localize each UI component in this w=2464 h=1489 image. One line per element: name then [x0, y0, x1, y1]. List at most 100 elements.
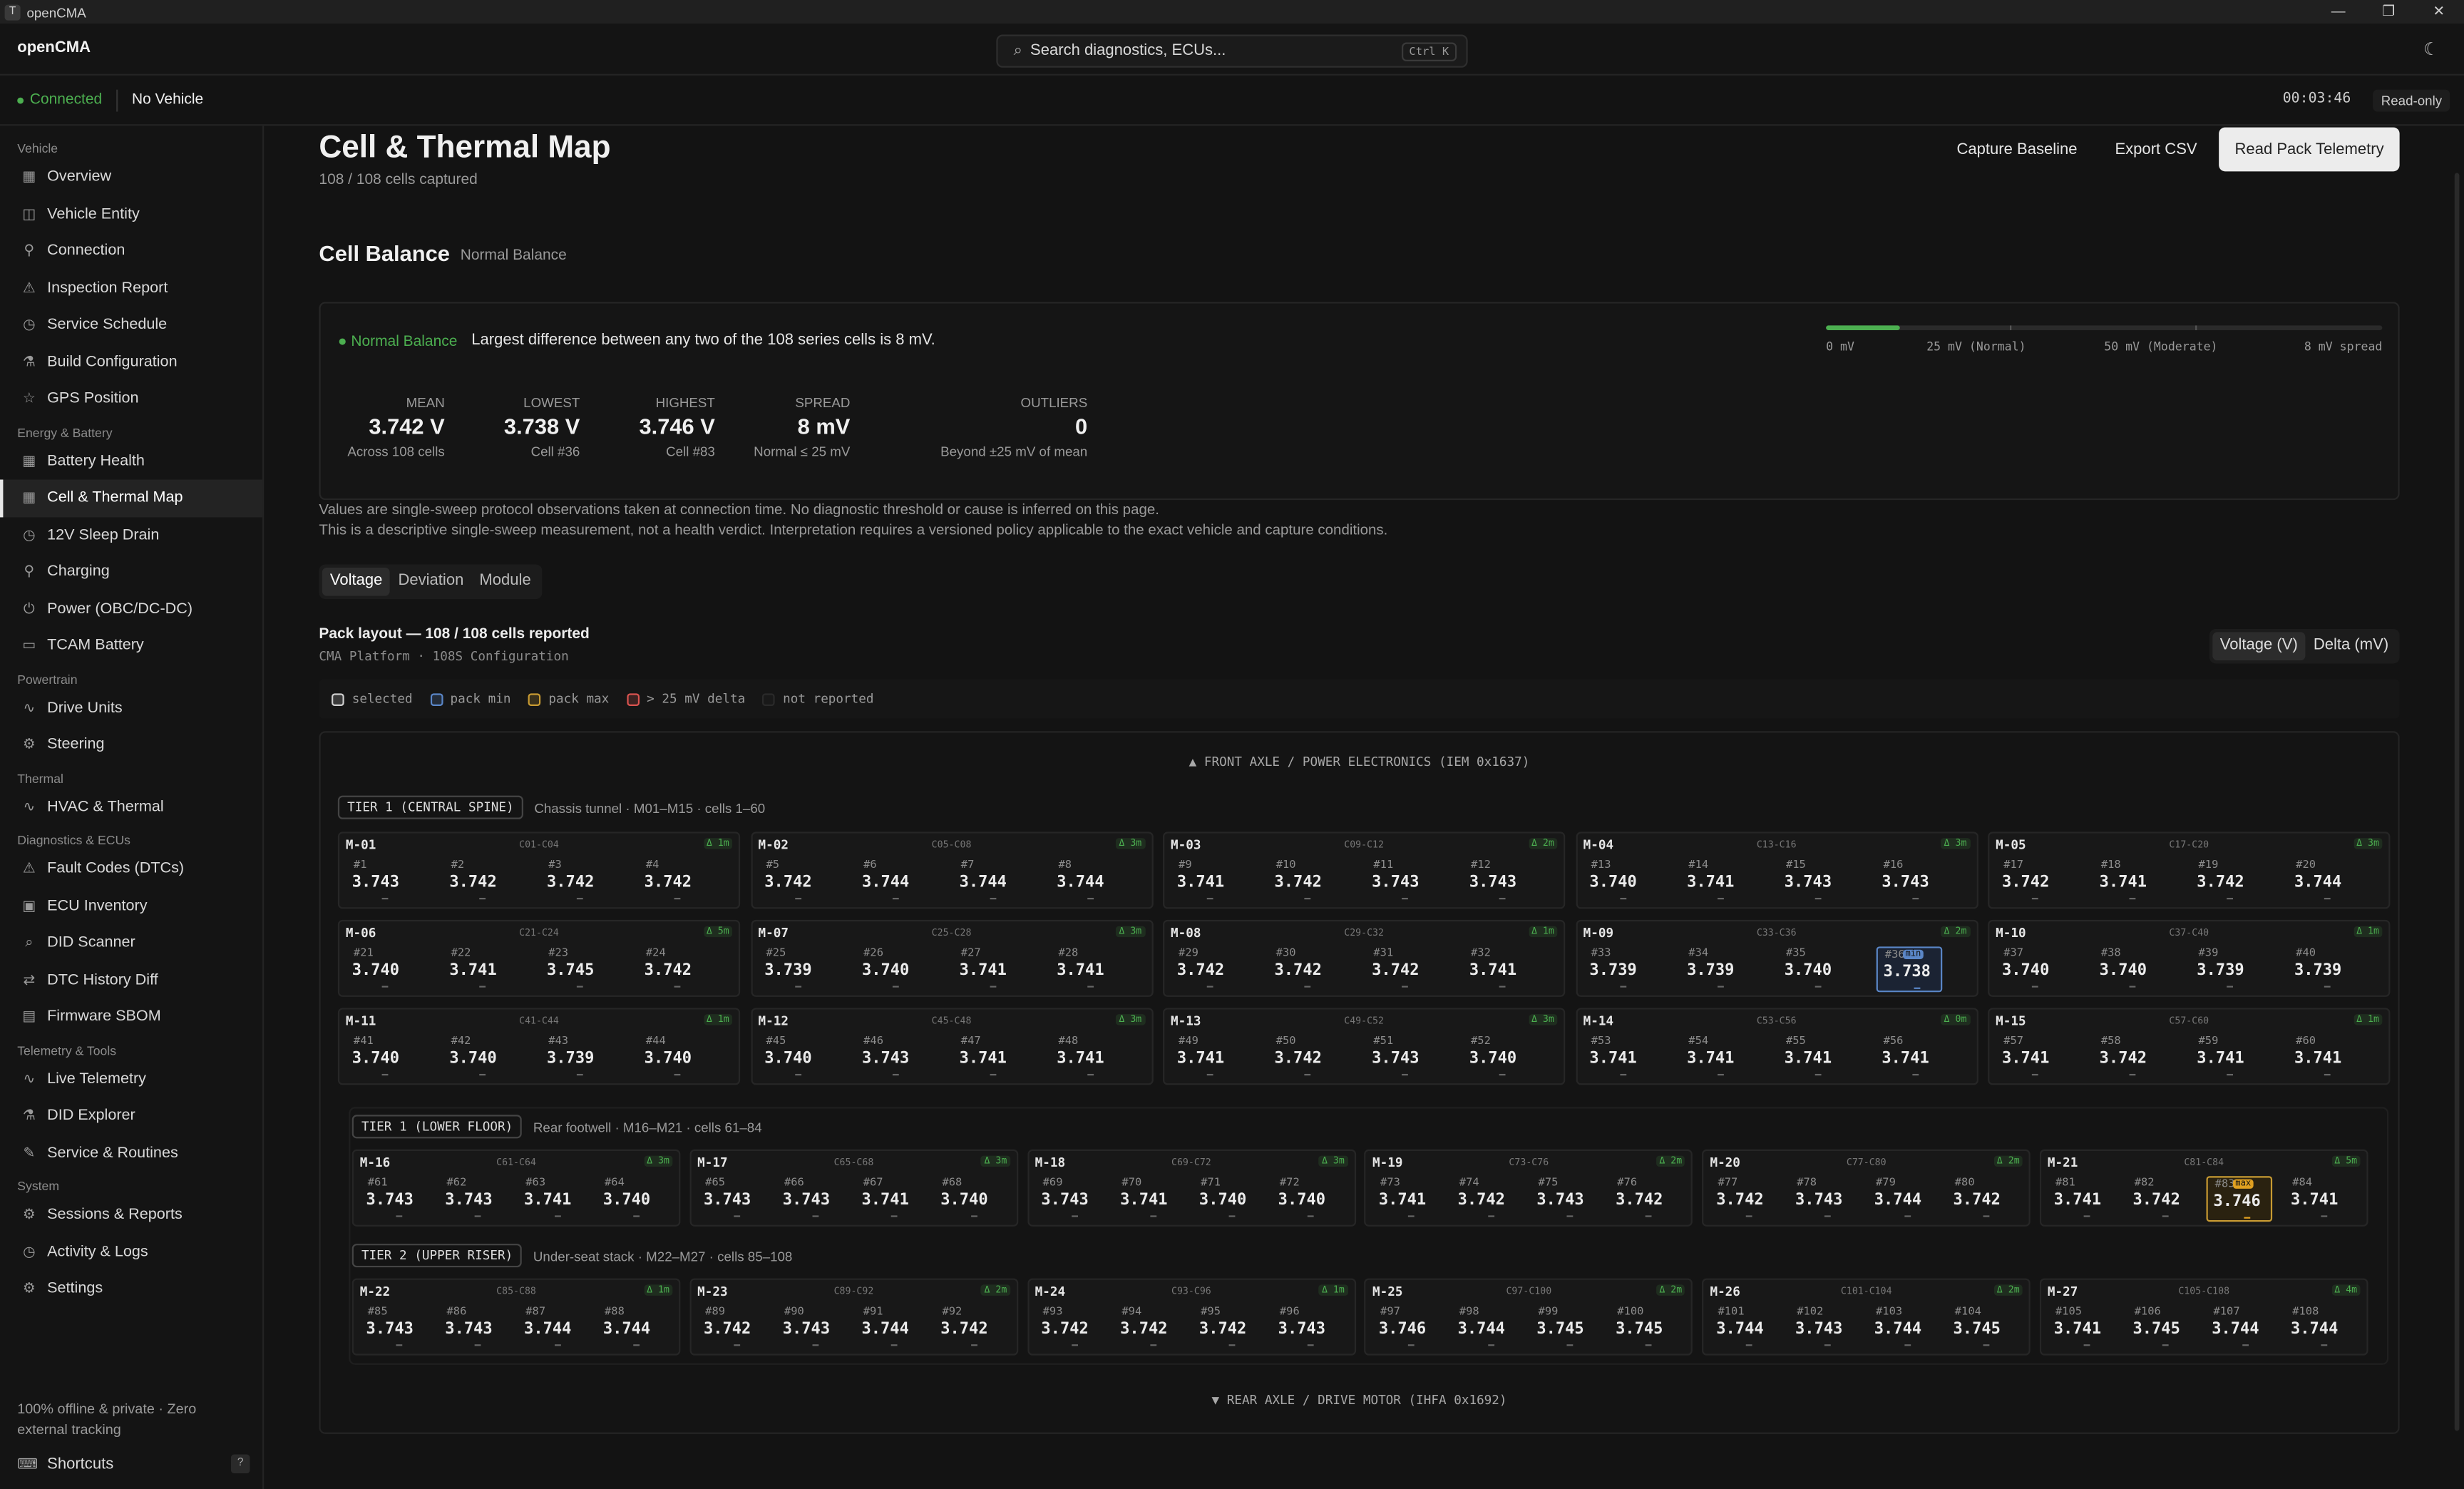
module-m-25[interactable]: M-25 C97-C100 Δ 2m #97 3.746 #98 3.744 #99 3.745… [1365, 1278, 1693, 1356]
module-m-16[interactable]: M-16 C61-C64 Δ 3m #61 3.743 #62 3.743 #63 3.741 #… [351, 1149, 681, 1227]
minimize-icon[interactable]: — [2313, 3, 2363, 20]
module-m-02[interactable]: M-02 C05-C08 Δ 3m #5 3.742 #6 3.744 #7 3.744 #8 3.… [750, 832, 1153, 909]
sidebar-item-live-telemetry[interactable]: ∿ Live Telemetry [0, 1060, 262, 1097]
cell-17[interactable]: #17 3.742 [1996, 859, 2062, 904]
sidebar-item-service-routines[interactable]: ✎ Service & Routines [0, 1135, 262, 1172]
module-m-12[interactable]: M-12 C45-C48 Δ 3m #45 3.740 #46 3.743 #47 3.741 #… [750, 1008, 1153, 1085]
sidebar-item-did-explorer[interactable]: ⚗ DID Explorer [0, 1097, 262, 1135]
cell-84[interactable]: #84 3.741 [2284, 1176, 2351, 1222]
sidebar-item-power-obc-dc-dc[interactable]: ⏻ Power (OBC/DC-DC) [0, 590, 262, 628]
cell-52[interactable]: #52 3.740 [1463, 1035, 1529, 1080]
cell-72[interactable]: #72 3.740 [1272, 1176, 1338, 1222]
cell-53[interactable]: #53 3.741 [1583, 1035, 1650, 1080]
module-m-26[interactable]: M-26 C101-C104 Δ 2m #101 3.744 #102 3.743 #103 3… [1702, 1278, 2031, 1356]
cell-78[interactable]: #78 3.743 [1789, 1176, 1855, 1222]
cell-89[interactable]: #89 3.742 [697, 1305, 764, 1351]
cell-69[interactable]: #69 3.743 [1035, 1176, 1102, 1222]
cell-94[interactable]: #94 3.742 [1114, 1305, 1180, 1351]
cell-18[interactable]: #18 3.741 [2093, 859, 2160, 904]
module-m-22[interactable]: M-22 C85-C88 Δ 1m #85 3.743 #86 3.743 #87 3.744 #… [351, 1278, 681, 1356]
cell-56[interactable]: #56 3.741 [1876, 1035, 1942, 1080]
cell-63[interactable]: #63 3.741 [518, 1176, 584, 1222]
capture-baseline-button[interactable]: Capture Baseline [1941, 128, 2093, 172]
cell-81[interactable]: #81 3.741 [2048, 1176, 2114, 1222]
cell-100[interactable]: #100 3.745 [1609, 1305, 1675, 1351]
cell-40[interactable]: #40 3.739 [2288, 946, 2354, 992]
cell-13[interactable]: #13 3.740 [1583, 859, 1650, 904]
cell-104[interactable]: #104 3.745 [1947, 1305, 2013, 1351]
module-m-04[interactable]: M-04 C13-C16 Δ 3m #13 3.740 #14 3.741 #15 3.743 #… [1575, 832, 1978, 909]
cell-91[interactable]: #91 3.744 [856, 1305, 922, 1351]
cell-76[interactable]: #76 3.742 [1609, 1176, 1675, 1222]
cell-7[interactable]: #7 3.744 [953, 859, 1020, 904]
cell-96[interactable]: #96 3.743 [1272, 1305, 1338, 1351]
cell-51[interactable]: #51 3.743 [1365, 1035, 1432, 1080]
cell-4[interactable]: #4 3.742 [638, 859, 704, 904]
cell-27[interactable]: #27 3.741 [953, 946, 1020, 992]
sidebar-item-did-scanner[interactable]: ⌕ DID Scanner [0, 924, 262, 961]
sidebar-item-hvac-thermal[interactable]: ∿ HVAC & Thermal [0, 789, 262, 826]
cell-15[interactable]: #15 3.743 [1778, 859, 1844, 904]
cell-74[interactable]: #74 3.742 [1452, 1176, 1518, 1222]
module-m-18[interactable]: M-18 C69-C72 Δ 3m #69 3.743 #70 3.741 #71 3.740 #… [1027, 1149, 1356, 1227]
sidebar-item-dtc-history-diff[interactable]: ⇄ DTC History Diff [0, 961, 262, 998]
cell-50[interactable]: #50 3.742 [1268, 1035, 1335, 1080]
cell-48[interactable]: #48 3.741 [1050, 1035, 1116, 1080]
restore-icon[interactable]: ❐ [2363, 3, 2414, 20]
cell-95[interactable]: #95 3.742 [1193, 1305, 1259, 1351]
cell-35[interactable]: #35 3.740 [1778, 946, 1844, 992]
cell-106[interactable]: #106 3.745 [2127, 1305, 2193, 1351]
sidebar-item-steering[interactable]: ⚙ Steering [0, 727, 262, 764]
cell-24[interactable]: #24 3.742 [638, 946, 704, 992]
tab-module[interactable]: Module [471, 568, 538, 596]
cell-38[interactable]: #38 3.740 [2093, 946, 2160, 992]
cell-68[interactable]: #68 3.740 [934, 1176, 1000, 1222]
cell-77[interactable]: #77 3.742 [1710, 1176, 1776, 1222]
module-m-09[interactable]: M-09 C33-C36 Δ 2m #33 3.739 #34 3.739 #35 3.740 #… [1575, 919, 1978, 997]
shortcuts-button[interactable]: ⌨ Shortcuts ? [17, 1454, 250, 1473]
cell-64[interactable]: #64 3.740 [597, 1176, 663, 1222]
cell-105[interactable]: #105 3.741 [2048, 1305, 2114, 1351]
voltage-unit-option[interactable]: Voltage (V) [2212, 632, 2306, 661]
cell-107[interactable]: #107 3.744 [2205, 1305, 2272, 1351]
cell-22[interactable]: #22 3.741 [443, 946, 510, 992]
module-m-15[interactable]: M-15 C57-C60 Δ 1m #57 3.741 #58 3.742 #59 3.741 #… [1988, 1008, 2391, 1085]
sidebar-item-sessions-reports[interactable]: ⚙ Sessions & Reports [0, 1197, 262, 1234]
cell-44[interactable]: #44 3.740 [638, 1035, 704, 1080]
sidebar-item-battery-health[interactable]: ▦ Battery Health [0, 443, 262, 480]
sidebar-item-activity-logs[interactable]: ◷ Activity & Logs [0, 1234, 262, 1271]
cell-60[interactable]: #60 3.741 [2288, 1035, 2354, 1080]
sidebar-item-overview[interactable]: ▦ Overview [0, 159, 262, 196]
cell-36[interactable]: #36 min 3.738 [1875, 946, 1942, 993]
cell-62[interactable]: #62 3.743 [438, 1176, 505, 1222]
cell-54[interactable]: #54 3.741 [1680, 1035, 1747, 1080]
sidebar-item-vehicle-entity[interactable]: ◫ Vehicle Entity [0, 196, 262, 233]
cell-70[interactable]: #70 3.741 [1114, 1176, 1180, 1222]
module-m-23[interactable]: M-23 C89-C92 Δ 2m #89 3.742 #90 3.743 #91 3.744 #… [689, 1278, 1018, 1356]
cell-25[interactable]: #25 3.739 [758, 946, 824, 992]
module-m-14[interactable]: M-14 C53-C56 Δ 0m #53 3.741 #54 3.741 #55 3.741 #… [1575, 1008, 1978, 1085]
sidebar-item-fault-codes-dtcs[interactable]: ⚠ Fault Codes (DTCs) [0, 851, 262, 888]
cell-26[interactable]: #26 3.740 [856, 946, 922, 992]
cell-37[interactable]: #37 3.740 [1996, 946, 2062, 992]
cell-79[interactable]: #79 3.744 [1868, 1176, 1934, 1222]
cell-19[interactable]: #19 3.742 [2190, 859, 2257, 904]
cell-12[interactable]: #12 3.743 [1463, 859, 1529, 904]
sidebar-item-drive-units[interactable]: ∿ Drive Units [0, 690, 262, 727]
cell-87[interactable]: #87 3.744 [518, 1305, 584, 1351]
cell-108[interactable]: #108 3.744 [2284, 1305, 2351, 1351]
read-pack-telemetry-button[interactable]: Read Pack Telemetry [2219, 127, 2400, 172]
cell-65[interactable]: #65 3.743 [697, 1176, 764, 1222]
cell-46[interactable]: #46 3.743 [856, 1035, 922, 1080]
cell-103[interactable]: #103 3.744 [1868, 1305, 1934, 1351]
sidebar-item-tcam-battery[interactable]: ▭ TCAM Battery [0, 628, 262, 665]
cell-80[interactable]: #80 3.742 [1947, 1176, 2013, 1222]
cell-88[interactable]: #88 3.744 [597, 1305, 663, 1351]
cell-28[interactable]: #28 3.741 [1050, 946, 1116, 992]
module-m-17[interactable]: M-17 C65-C68 Δ 3m #65 3.743 #66 3.743 #67 3.741 #… [689, 1149, 1018, 1227]
module-m-08[interactable]: M-08 C29-C32 Δ 1m #29 3.742 #30 3.742 #31 3.742 #… [1163, 919, 1566, 997]
sidebar-item-firmware-sbom[interactable]: ▤ Firmware SBOM [0, 998, 262, 1035]
module-m-11[interactable]: M-11 C41-C44 Δ 1m #41 3.740 #42 3.740 #43 3.739 #… [337, 1008, 741, 1085]
cell-75[interactable]: #75 3.743 [1531, 1176, 1597, 1222]
sidebar-item-service-schedule[interactable]: ◷ Service Schedule [0, 307, 262, 344]
